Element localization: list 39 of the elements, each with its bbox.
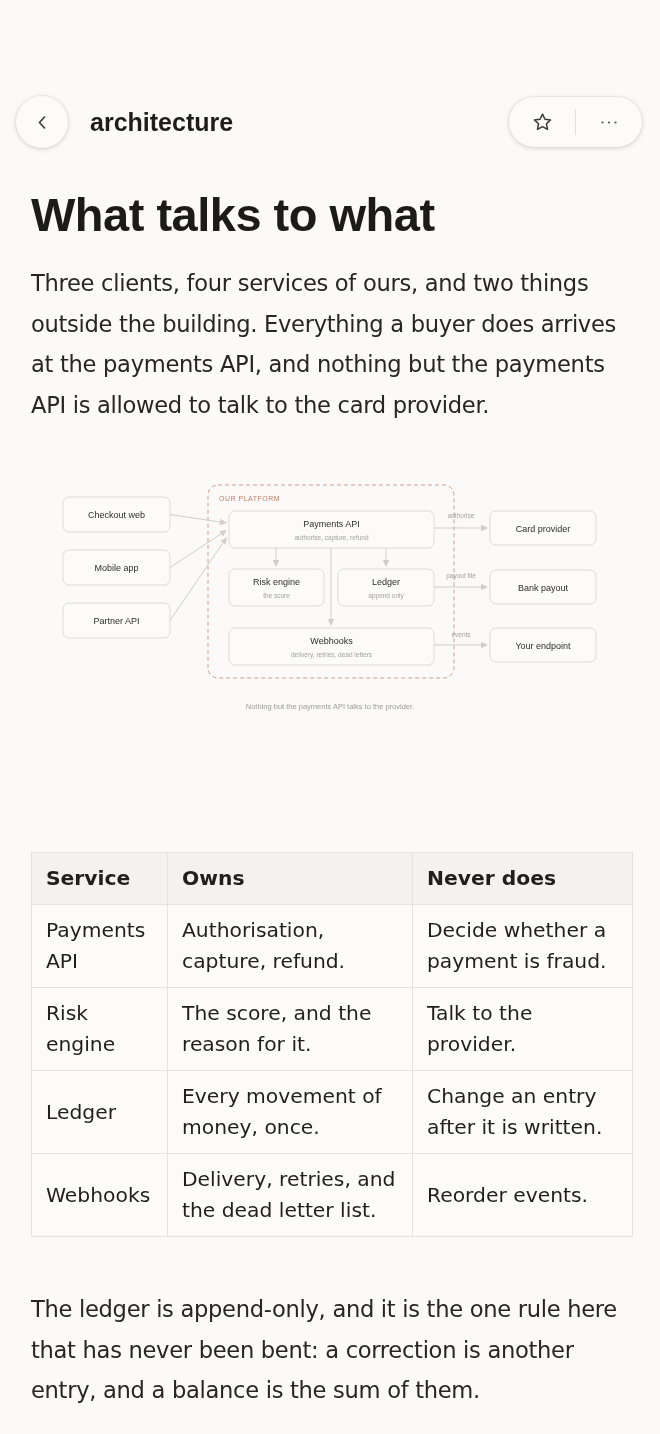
service-name: Risk engine	[253, 577, 300, 587]
client-name: Mobile app	[94, 563, 139, 573]
arrow	[382, 547, 390, 567]
table-cell: Change an entry after it is written.	[412, 1070, 633, 1154]
chevron-left-icon	[38, 115, 46, 129]
page-heading: What talks to what	[31, 188, 436, 241]
table-cell: Every movement of money, once.	[167, 1070, 413, 1154]
external-name: Bank payout	[518, 582, 568, 593]
arrow	[433, 641, 488, 649]
column-header: Owns	[167, 852, 413, 905]
arrow	[169, 514, 227, 526]
external-name: Card provider	[515, 523, 571, 534]
arrow	[433, 583, 488, 591]
service-name: Payments API	[303, 519, 360, 529]
external-name: Your endpoint	[515, 640, 571, 651]
nav-title: architecture	[90, 107, 235, 137]
table-cell: Talk to the provider.	[412, 987, 633, 1071]
table-cell: Risk engine	[31, 987, 168, 1071]
arrow	[433, 524, 488, 532]
closing-paragraph: The ledger is append-only, and it is the one rule here that has never been bent: a correction is another entry, and a balance is the sum of them.	[31, 1295, 618, 1405]
table-cell: Decide whether a payment is fraud.	[412, 904, 633, 988]
column-header: Service	[31, 852, 168, 905]
service-name: Ledger	[372, 577, 400, 587]
intro-paragraph: Three clients, four services of ours, and two things outside the building. Everything a buyer does arrives at the payments API, and nothing but the payments API is allowed to talk to the card provider.	[31, 269, 617, 420]
arrow	[272, 547, 280, 567]
client-name: Partner API	[93, 616, 140, 626]
table-cell: Webhooks	[31, 1153, 168, 1237]
column-header: Never does	[412, 852, 633, 905]
client-name: Checkout web	[88, 510, 145, 520]
back-button[interactable]	[16, 96, 68, 148]
table-cell: Reorder events.	[412, 1153, 633, 1237]
more-icon	[601, 120, 617, 124]
table-cell: Ledger	[31, 1070, 168, 1154]
table-cell: The score, and the reason for it.	[167, 987, 413, 1071]
table-cell: Authorisation, capture, refund.	[167, 904, 413, 988]
service-name: Webhooks	[310, 636, 353, 646]
table-cell: Delivery, retries, and the dead letter list.	[167, 1153, 413, 1237]
table-cell: Payments API	[31, 904, 168, 988]
star-icon	[532, 113, 552, 131]
